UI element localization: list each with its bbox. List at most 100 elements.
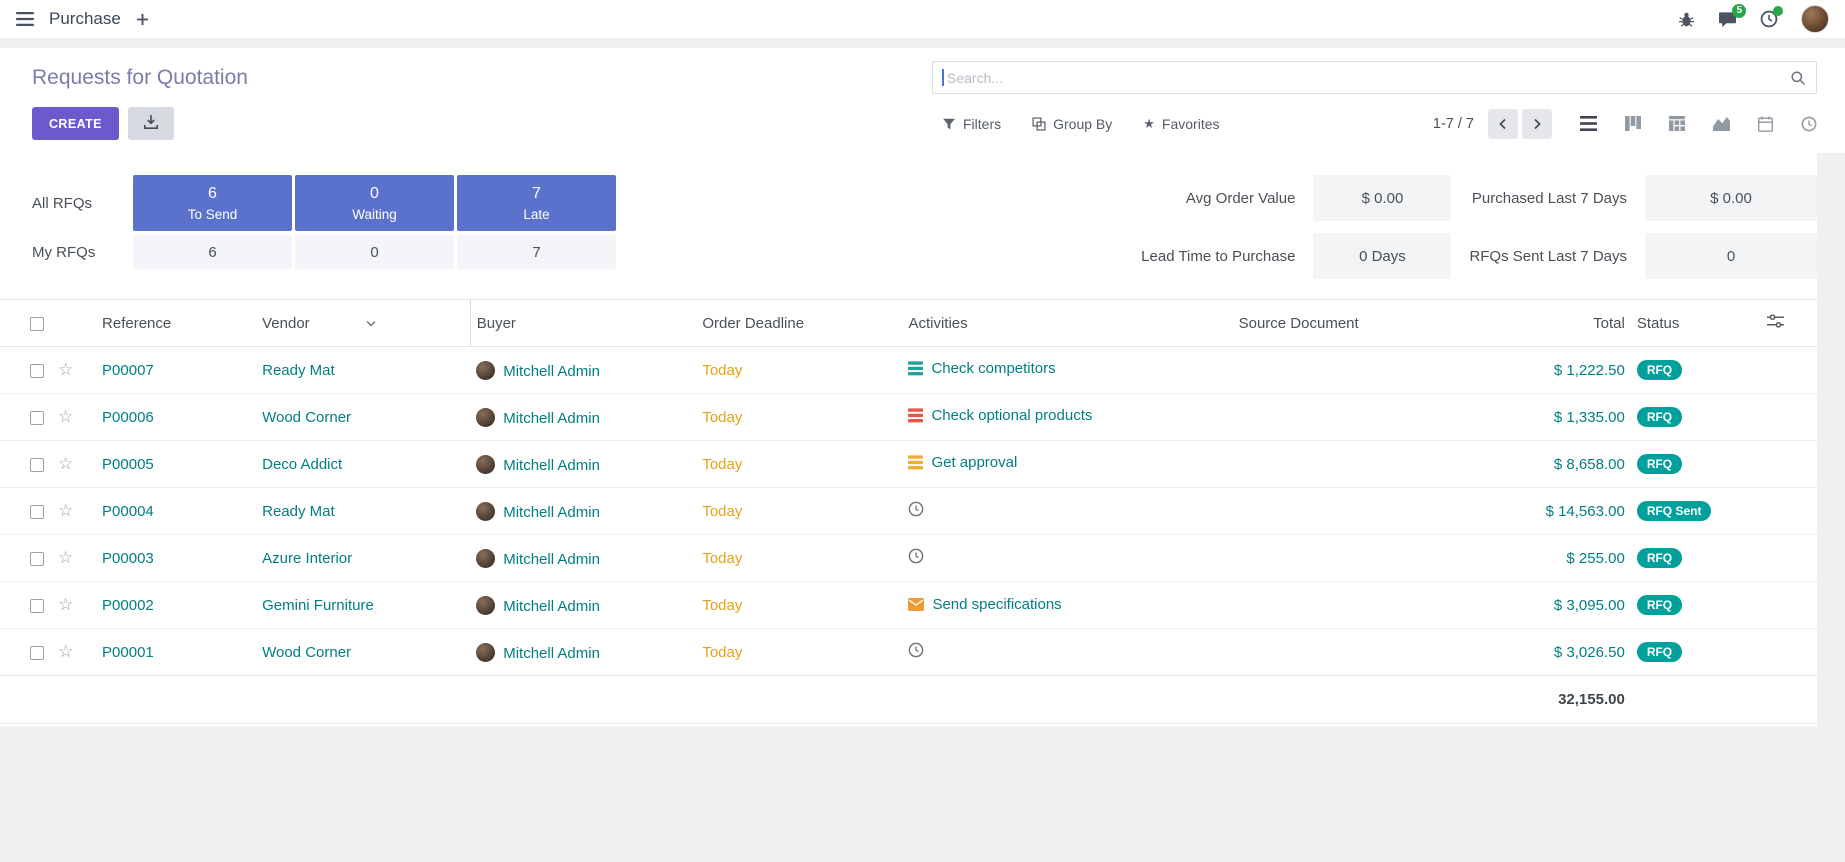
- row-select-checkbox[interactable]: [30, 364, 44, 378]
- my-to-send-box[interactable]: 6: [133, 235, 292, 269]
- list-activity-icon[interactable]: [908, 361, 923, 376]
- activity-cell[interactable]: [908, 501, 932, 517]
- favorite-star-icon[interactable]: ☆: [58, 642, 73, 661]
- column-header-status[interactable]: Status: [1631, 300, 1761, 347]
- row-select-checkbox[interactable]: [30, 411, 44, 425]
- reference-link[interactable]: P00002: [102, 597, 154, 614]
- search-icon[interactable]: [1790, 70, 1806, 91]
- row-select-checkbox[interactable]: [30, 599, 44, 613]
- kanban-view-button[interactable]: [1625, 116, 1641, 131]
- vendor-link[interactable]: Ready Mat: [262, 362, 335, 379]
- calendar-view-button[interactable]: [1758, 116, 1773, 132]
- waiting-box[interactable]: 0 Waiting: [295, 175, 454, 231]
- graph-view-button[interactable]: [1713, 116, 1730, 131]
- my-late-box[interactable]: 7: [457, 235, 616, 269]
- row-select-checkbox[interactable]: [30, 505, 44, 519]
- column-header-source-document[interactable]: Source Document: [1233, 300, 1473, 347]
- activity-cell[interactable]: [908, 642, 932, 658]
- column-header-vendor[interactable]: Vendor: [256, 300, 470, 347]
- column-header-total[interactable]: Total: [1473, 300, 1631, 347]
- activity-cell[interactable]: Check competitors: [908, 360, 1055, 377]
- list-activity-icon[interactable]: [908, 455, 923, 470]
- table-row[interactable]: ☆ P00006 Wood Corner Mitchell Admin Toda…: [0, 394, 1817, 441]
- reference-link[interactable]: P00001: [102, 644, 154, 661]
- column-header-buyer[interactable]: Buyer: [470, 300, 696, 347]
- new-tab-plus-icon[interactable]: [136, 13, 149, 26]
- table-row[interactable]: ☆ P00001 Wood Corner Mitchell Admin Toda…: [0, 629, 1817, 676]
- group-by-button[interactable]: Group By: [1032, 116, 1112, 132]
- list-activity-icon[interactable]: [908, 408, 923, 423]
- clock-activity-icon[interactable]: [908, 548, 924, 564]
- export-button[interactable]: [128, 107, 174, 140]
- activities-systray-icon[interactable]: [1760, 10, 1778, 28]
- vendor-link[interactable]: Ready Mat: [262, 503, 335, 520]
- table-row[interactable]: ☆ P00003 Azure Interior Mitchell Admin T…: [0, 535, 1817, 582]
- mail-activity-icon[interactable]: [908, 598, 924, 611]
- vendor-link[interactable]: Wood Corner: [262, 644, 351, 661]
- pager-previous-button[interactable]: [1488, 109, 1518, 139]
- activity-label[interactable]: Check competitors: [931, 360, 1055, 377]
- vendor-link[interactable]: Deco Addict: [262, 456, 342, 473]
- buyer-link[interactable]: Mitchell Admin: [503, 504, 600, 521]
- pivot-view-button[interactable]: [1669, 116, 1685, 131]
- vendor-link[interactable]: Azure Interior: [262, 550, 352, 567]
- activity-label[interactable]: Check optional products: [931, 407, 1092, 424]
- table-row[interactable]: ☆ P00005 Deco Addict Mitchell Admin Toda…: [0, 441, 1817, 488]
- reference-link[interactable]: P00003: [102, 550, 154, 567]
- table-row[interactable]: ☆ P00002 Gemini Furniture Mitchell Admin…: [0, 582, 1817, 629]
- table-row[interactable]: ☆ P00007 Ready Mat Mitchell Admin Today …: [0, 347, 1817, 394]
- buyer-link[interactable]: Mitchell Admin: [503, 457, 600, 474]
- column-header-reference[interactable]: Reference: [96, 300, 256, 347]
- optional-columns-toggle-icon[interactable]: [1767, 314, 1784, 328]
- my-waiting-box[interactable]: 0: [295, 235, 454, 269]
- favorite-star-icon[interactable]: ☆: [58, 501, 73, 520]
- pager-next-button[interactable]: [1522, 109, 1552, 139]
- search-box[interactable]: [932, 61, 1817, 94]
- buyer-link[interactable]: Mitchell Admin: [503, 551, 600, 568]
- favorite-star-icon[interactable]: ☆: [58, 407, 73, 426]
- row-select-checkbox[interactable]: [30, 552, 44, 566]
- activity-cell[interactable]: Check optional products: [908, 407, 1092, 424]
- activity-label[interactable]: Send specifications: [932, 596, 1061, 613]
- messages-icon[interactable]: 5: [1718, 11, 1737, 28]
- apps-menu-icon[interactable]: [16, 12, 34, 26]
- table-row[interactable]: ☆ P00004 Ready Mat Mitchell Admin Today …: [0, 488, 1817, 535]
- filters-button[interactable]: Filters: [942, 116, 1001, 132]
- row-select-checkbox[interactable]: [30, 646, 44, 660]
- reference-link[interactable]: P00004: [102, 503, 154, 520]
- reference-link[interactable]: P00005: [102, 456, 154, 473]
- list-view-button[interactable]: [1580, 116, 1597, 131]
- activity-view-button[interactable]: [1801, 116, 1817, 132]
- search-input[interactable]: [944, 62, 1782, 93]
- user-avatar[interactable]: [1801, 5, 1829, 33]
- select-all-checkbox[interactable]: [30, 317, 44, 331]
- favorites-button[interactable]: ★ Favorites: [1143, 116, 1219, 132]
- buyer-link[interactable]: Mitchell Admin: [503, 598, 600, 615]
- buyer-link[interactable]: Mitchell Admin: [503, 363, 600, 380]
- reference-link[interactable]: P00006: [102, 409, 154, 426]
- late-box[interactable]: 7 Late: [457, 175, 616, 231]
- activity-cell[interactable]: Get approval: [908, 454, 1017, 471]
- all-rfqs-label[interactable]: All RFQs: [32, 195, 130, 212]
- app-name[interactable]: Purchase: [49, 9, 121, 29]
- favorite-star-icon[interactable]: ☆: [58, 595, 73, 614]
- favorite-star-icon[interactable]: ☆: [58, 360, 73, 379]
- column-header-order-deadline[interactable]: Order Deadline: [696, 300, 902, 347]
- vendor-link[interactable]: Gemini Furniture: [262, 597, 374, 614]
- favorite-star-icon[interactable]: ☆: [58, 548, 73, 567]
- favorite-star-icon[interactable]: ☆: [58, 454, 73, 473]
- activity-label[interactable]: Get approval: [931, 454, 1017, 471]
- row-select-checkbox[interactable]: [30, 458, 44, 472]
- clock-activity-icon[interactable]: [908, 501, 924, 517]
- reference-link[interactable]: P00007: [102, 362, 154, 379]
- buyer-link[interactable]: Mitchell Admin: [503, 645, 600, 662]
- activity-cell[interactable]: [908, 548, 932, 564]
- my-rfqs-label[interactable]: My RFQs: [32, 244, 130, 261]
- column-header-activities[interactable]: Activities: [902, 300, 1232, 347]
- buyer-link[interactable]: Mitchell Admin: [503, 410, 600, 427]
- vendor-link[interactable]: Wood Corner: [262, 409, 351, 426]
- activity-cell[interactable]: Send specifications: [908, 596, 1061, 613]
- debug-bug-icon[interactable]: [1678, 11, 1695, 28]
- create-button[interactable]: CREATE: [32, 107, 119, 140]
- clock-activity-icon[interactable]: [908, 642, 924, 658]
